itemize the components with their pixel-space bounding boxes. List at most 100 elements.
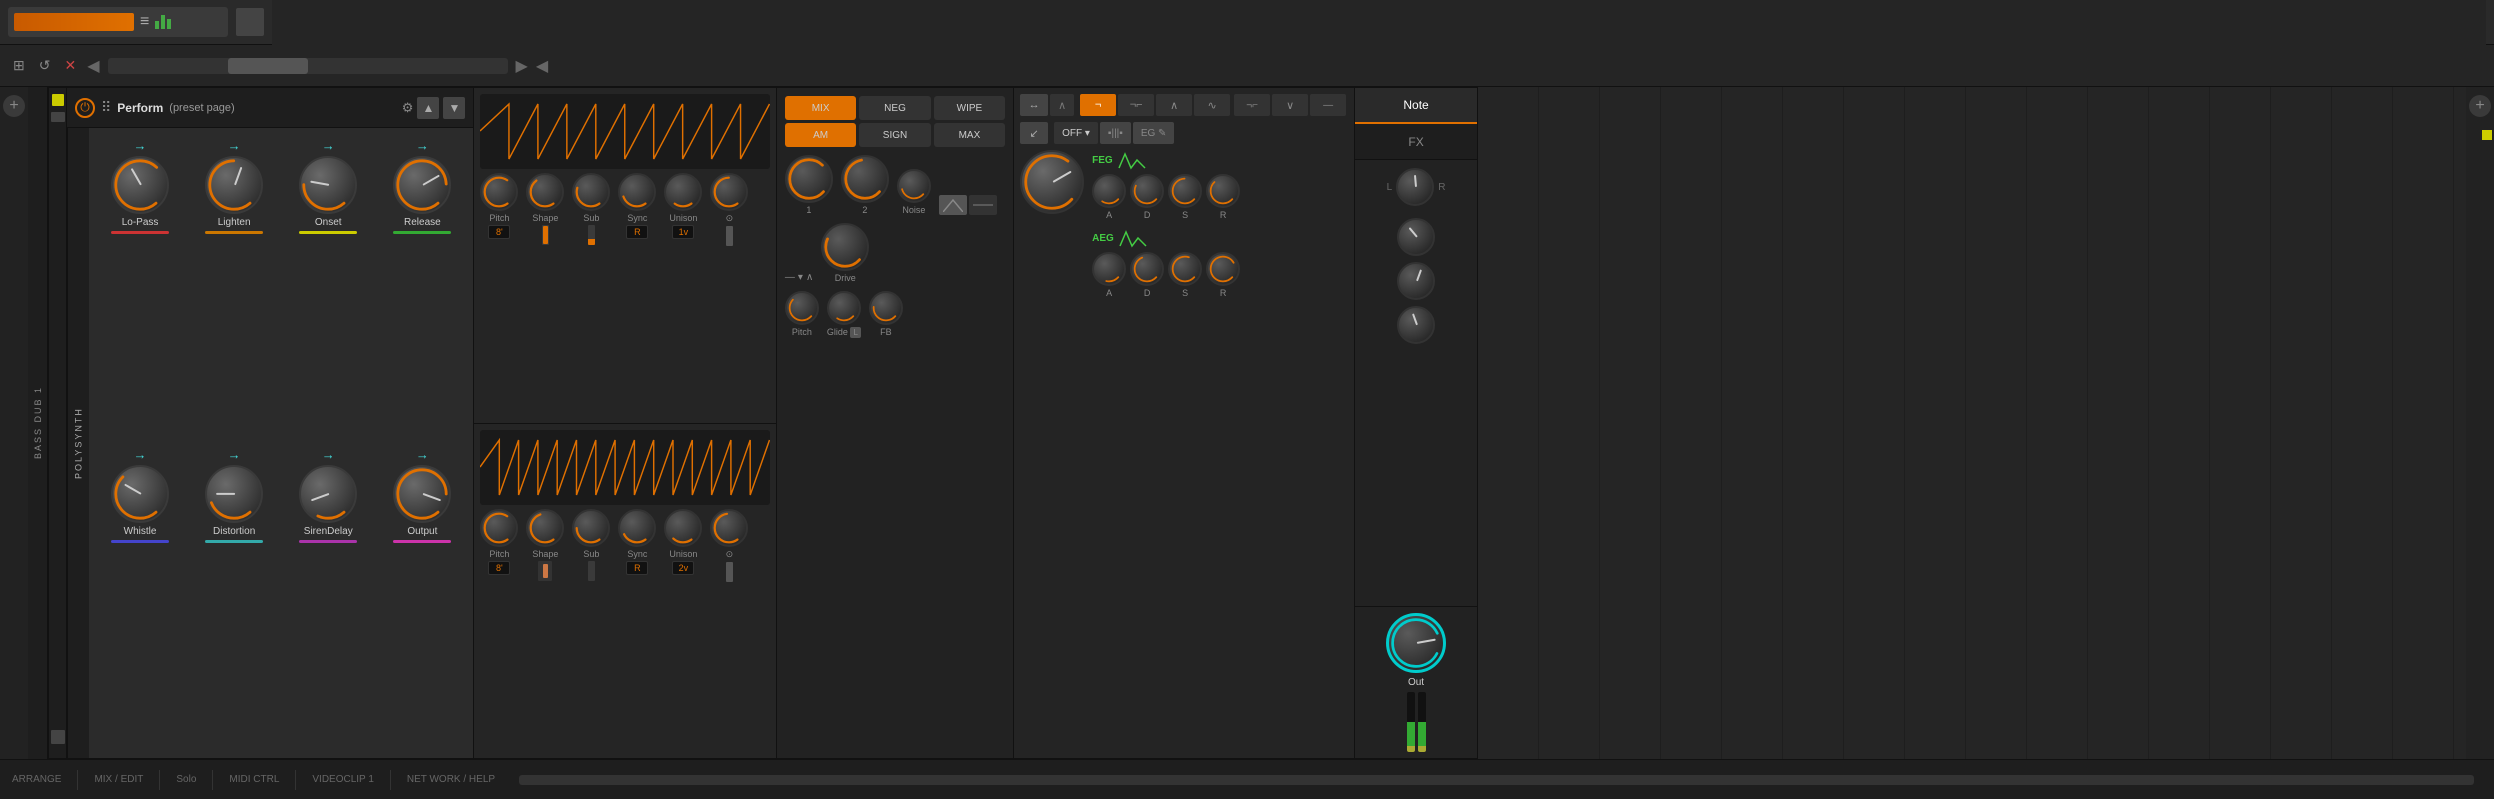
osc1-shape-knob[interactable] [526, 173, 564, 211]
glide-knob[interactable] [827, 291, 861, 325]
filter-shape-neg2[interactable]: ¬⌐ [1118, 94, 1154, 116]
bottom-midi[interactable]: MIDI CTRL [229, 774, 279, 785]
nav-right-arrow[interactable]: ▶ [516, 56, 528, 76]
fx-knob-3[interactable] [1397, 306, 1435, 344]
out-knob[interactable] [1386, 613, 1446, 673]
feg-r-knob[interactable] [1206, 174, 1240, 208]
grid-icon[interactable]: ⊞ [10, 54, 28, 77]
osc1-unison-knob[interactable] [664, 173, 702, 211]
osc2-link-knob[interactable] [710, 509, 748, 547]
fx-knob-1[interactable] [1397, 218, 1435, 256]
env-select-arrow[interactable]: ▾ [798, 272, 803, 283]
feg-d-knob[interactable] [1130, 174, 1164, 208]
bottom-network[interactable]: NET WORK / HELP [407, 774, 495, 785]
fb-knob[interactable] [869, 291, 903, 325]
bottom-solo[interactable]: Solo [176, 774, 196, 785]
filter-arrows-btn[interactable]: ↔ [1020, 94, 1048, 116]
nav-right2-arrow[interactable]: ◀ [536, 56, 548, 76]
fx-knob-2[interactable] [1397, 262, 1435, 300]
feg-section: FEG [1092, 150, 1348, 220]
osc1-sub-arc [574, 175, 608, 209]
settings-icon[interactable]: ⚙ [402, 100, 414, 116]
osc2-unit: Pitch 8' Shape [474, 424, 776, 759]
aeg-s-knob[interactable] [1168, 252, 1202, 286]
filter-shape-arch[interactable]: ∧ [1156, 94, 1192, 116]
filter-shape-neg[interactable]: ¬ [1080, 94, 1116, 116]
osc1-sync-knob[interactable] [618, 173, 656, 211]
macro-knob-whistle[interactable] [111, 465, 169, 523]
am-button[interactable]: AM [785, 123, 856, 147]
power-button[interactable]: ⏻ [75, 98, 95, 118]
mix-button[interactable]: MIX [785, 96, 856, 120]
off-dropdown[interactable]: OFF ▾ [1054, 122, 1098, 144]
timeline-scrollbar[interactable] [108, 58, 508, 74]
pan-knob[interactable] [1396, 168, 1434, 206]
filter-shape-neg3[interactable]: ¬⌐ [1234, 94, 1270, 116]
filter-main-knob[interactable] [1020, 150, 1084, 214]
filter-shape-dash[interactable]: — [1310, 94, 1346, 116]
macro-knob-lighten[interactable] [205, 156, 263, 214]
mixer-osc1-knob[interactable] [785, 155, 833, 203]
scrollbar-thumb[interactable] [228, 58, 308, 74]
osc1-sub-knob[interactable] [572, 173, 610, 211]
macro-knob-sirendelay[interactable] [299, 465, 357, 523]
aeg-r-knob[interactable] [1206, 252, 1240, 286]
bottom-arrange[interactable]: ARRANGE [12, 774, 61, 785]
filter-shape-wave[interactable]: ∿ [1194, 94, 1230, 116]
filter-shape-v[interactable]: ∨ [1272, 94, 1308, 116]
osc2-shape-knob[interactable] [526, 509, 564, 547]
close-icon[interactable]: ✕ [61, 54, 79, 77]
eg-edit-btn[interactable]: EG ✎ [1133, 122, 1175, 144]
osc1-pitch-knob[interactable] [480, 173, 518, 211]
wave-btn-tri[interactable] [939, 195, 967, 215]
macro-knob-release[interactable] [393, 156, 451, 214]
bottom-video[interactable]: VIDEOCLIP 1 [312, 774, 374, 785]
menu-icon[interactable]: ≡ [140, 13, 149, 31]
bottom-scrollbar[interactable] [519, 775, 2474, 785]
osc2-sync-knob[interactable] [618, 509, 656, 547]
macro-knob-lopass[interactable] [111, 156, 169, 214]
macro-knob-onset[interactable] [299, 156, 357, 214]
filter-lambda-btn[interactable]: ∧ [1050, 94, 1074, 116]
add-track-button[interactable]: + [3, 95, 25, 117]
filter-curve-btn[interactable]: ↙ [1020, 122, 1048, 144]
add-right-button[interactable]: + [2469, 95, 2491, 117]
wave-btn-lr[interactable] [969, 195, 997, 215]
drive-knob[interactable] [821, 223, 869, 271]
dots-handle[interactable]: ⠿ [101, 99, 111, 116]
osc2-sync-value: R [626, 561, 648, 575]
feg-s-knob[interactable] [1168, 174, 1202, 208]
fx-tab[interactable]: FX [1355, 124, 1477, 160]
mixer-osc2-knob[interactable] [841, 155, 889, 203]
waveform-selector[interactable]: ▪|||▪ [1100, 122, 1131, 144]
plugin-slot[interactable] [236, 8, 264, 36]
aeg-a-knob[interactable] [1092, 252, 1126, 286]
macro-knob-distortion[interactable] [205, 465, 263, 523]
mixer-noise-knob[interactable] [897, 169, 931, 203]
osc1-link-knob[interactable] [710, 173, 748, 211]
track-name-bar[interactable] [14, 13, 134, 31]
sign-button[interactable]: SIGN [859, 123, 930, 147]
drive-arc [823, 225, 867, 269]
bottom-mix-edit[interactable]: MIX / EDIT [94, 774, 143, 785]
osc2-pitch-knob[interactable] [480, 509, 518, 547]
preset-up-button[interactable]: ▲ [417, 97, 439, 119]
osc2-shape-fill [543, 564, 548, 578]
output-meters [1407, 692, 1426, 752]
filter-shape-row: ↔ ∧ ¬ ¬⌐ ∧ ∿ ¬⌐ ∨ — [1020, 94, 1348, 116]
max-button[interactable]: MAX [934, 123, 1005, 147]
aeg-d-knob[interactable] [1130, 252, 1164, 286]
osc2-unison-knob[interactable] [664, 509, 702, 547]
nav-left-arrow[interactable]: ◀ [87, 56, 99, 76]
glide-label: Glide L [827, 327, 861, 337]
left-sidebar: + [0, 87, 28, 759]
neg-button[interactable]: NEG [859, 96, 930, 120]
macro-knob-output[interactable] [393, 465, 451, 523]
preset-down-button[interactable]: ▼ [443, 97, 465, 119]
undo-icon[interactable]: ↺ [36, 54, 54, 77]
wipe-button[interactable]: WIPE [934, 96, 1005, 120]
osc2-sub-knob[interactable] [572, 509, 610, 547]
note-tab[interactable]: Note [1355, 88, 1477, 124]
pitch-knob[interactable] [785, 291, 819, 325]
feg-a-knob[interactable] [1092, 174, 1126, 208]
